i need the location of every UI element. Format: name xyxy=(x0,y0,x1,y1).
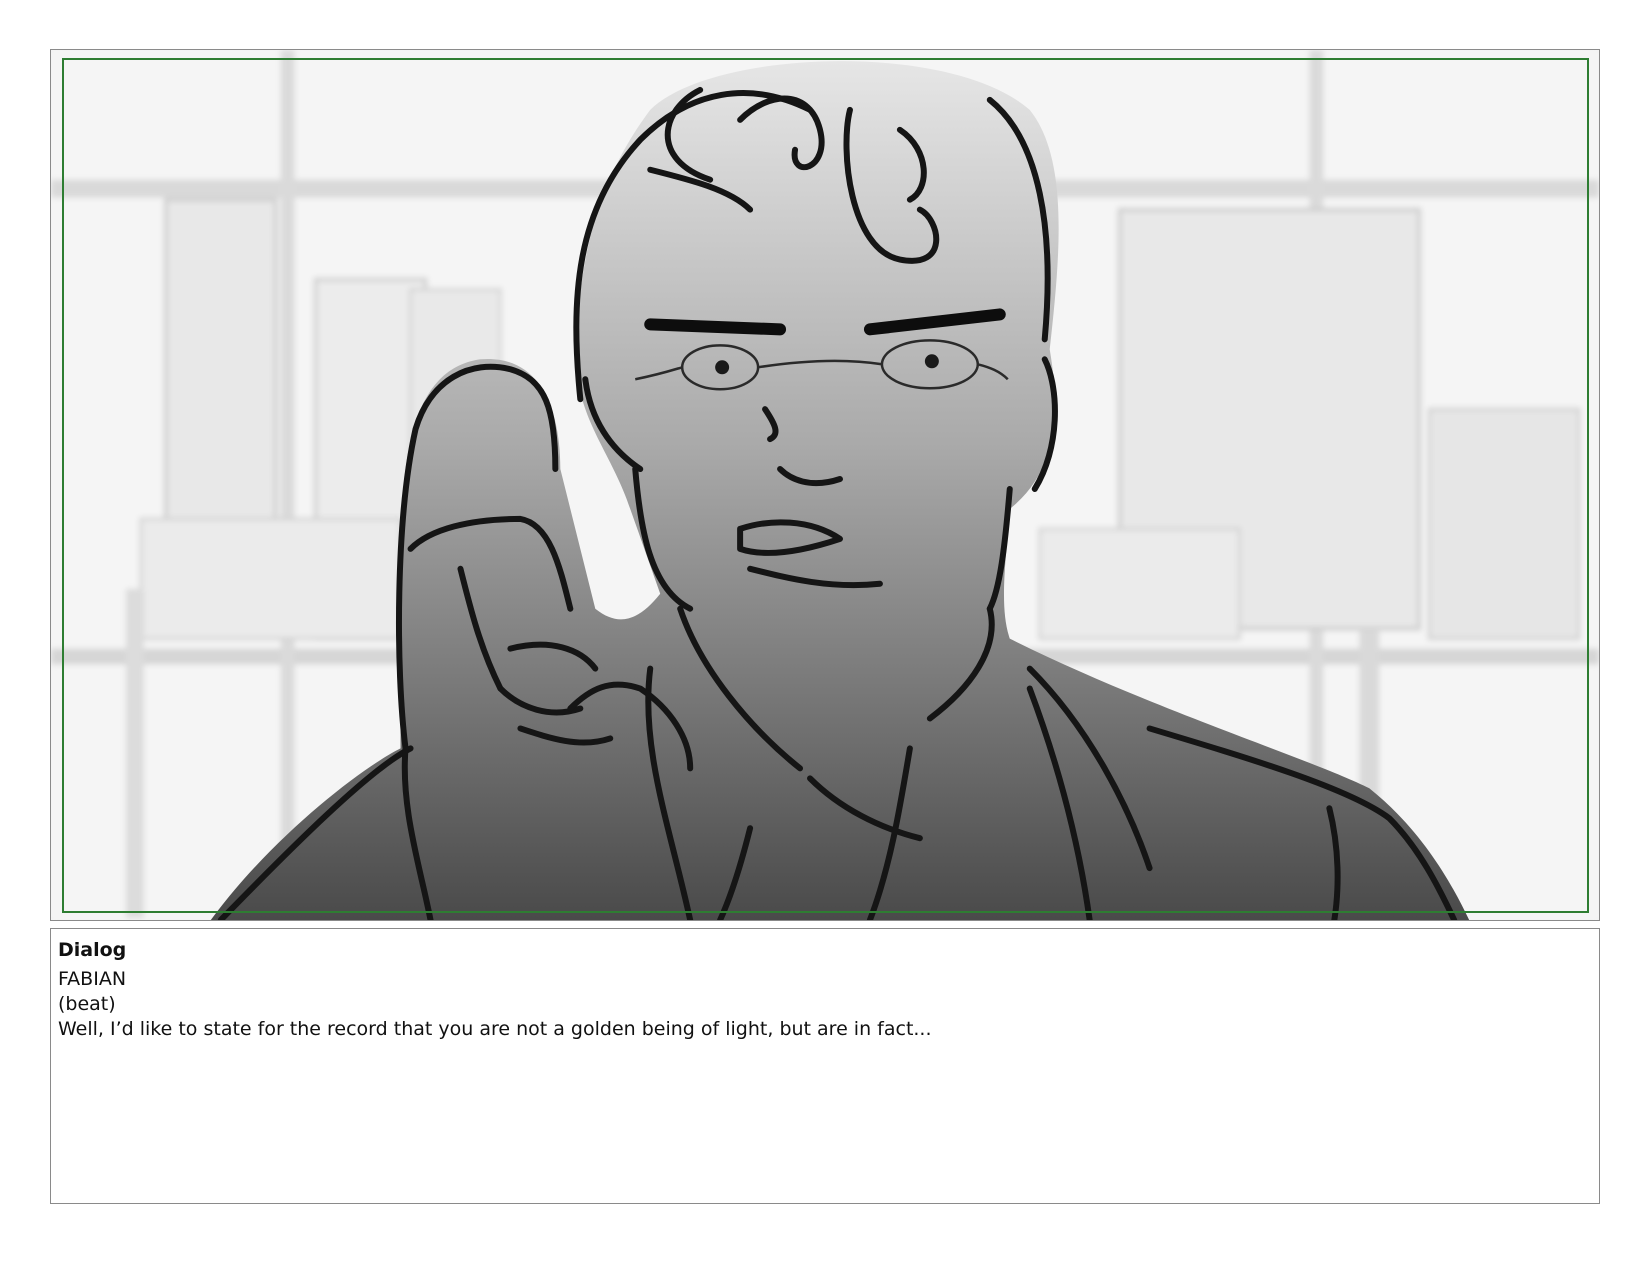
storyboard-sketch xyxy=(51,50,1599,920)
dialog-panel: Dialog FABIAN (beat) Well, I’d like to s… xyxy=(50,928,1600,1204)
dialog-heading: Dialog xyxy=(58,939,127,961)
dialog-parenthetical: (beat) xyxy=(58,993,116,1015)
storyboard-panel xyxy=(50,49,1600,921)
dialog-character: FABIAN xyxy=(58,968,127,990)
dialog-line: Well, I’d like to state for the record t… xyxy=(58,1018,932,1040)
